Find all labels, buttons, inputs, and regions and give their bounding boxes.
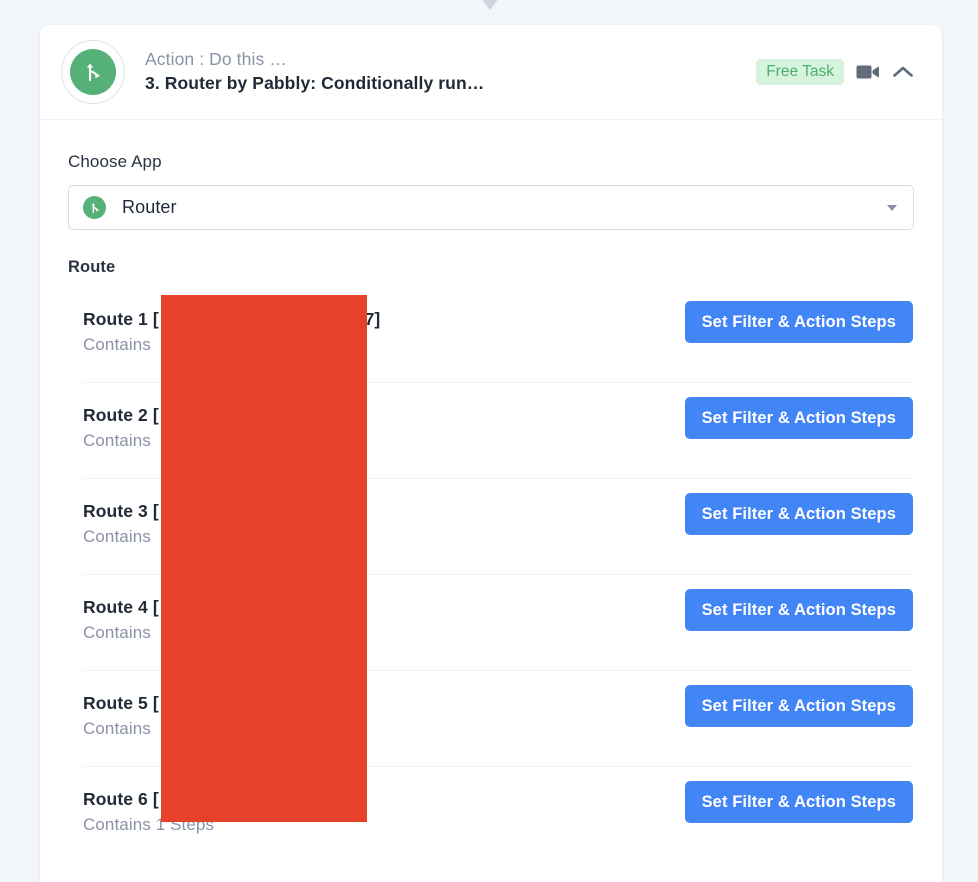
redaction-overlay (161, 295, 367, 822)
page-title: 3. Router by Pabbly: Conditionally run… (145, 73, 485, 93)
step-connector (0, 0, 978, 24)
set-filter-action-steps-button[interactable]: Set Filter & Action Steps (684, 781, 913, 823)
header-actions: Free Task (756, 58, 914, 86)
route-title-head: Route 1 [ (83, 309, 159, 329)
page-root: Action : Do this … 3. Router by Pabbly: … (0, 0, 978, 882)
set-filter-action-steps-button[interactable]: Set Filter & Action Steps (684, 589, 913, 631)
step-action-label: Action : Do this … (145, 49, 287, 70)
choose-app-value: Router (122, 197, 177, 217)
choose-app-label: Choose App (68, 152, 162, 171)
video-camera-icon[interactable] (856, 63, 880, 81)
route-action: Set Filter & Action Steps (684, 767, 914, 823)
down-arrow-icon (482, 0, 498, 10)
set-filter-action-steps-button[interactable]: Set Filter & Action Steps (684, 397, 913, 439)
route-action: Set Filter & Action Steps (684, 287, 914, 343)
chevron-up-icon[interactable] (892, 65, 914, 79)
router-fork-icon (70, 49, 116, 95)
route-action: Set Filter & Action Steps (684, 671, 914, 727)
card-header[interactable]: Action : Do this … 3. Router by Pabbly: … (40, 25, 942, 120)
route-section-title: Route (68, 258, 116, 276)
header-titles: Action : Do this … 3. Router by Pabbly: … (145, 48, 756, 96)
set-filter-action-steps-button[interactable]: Set Filter & Action Steps (684, 685, 913, 727)
route-action: Set Filter & Action Steps (684, 479, 914, 535)
status-badge: Free Task (756, 58, 844, 86)
avatar (61, 40, 125, 104)
route-action: Set Filter & Action Steps (684, 383, 914, 439)
choose-app-select[interactable]: Router (68, 185, 914, 230)
router-fork-icon-small (83, 196, 106, 219)
set-filter-action-steps-button[interactable]: Set Filter & Action Steps (684, 493, 913, 535)
route-action: Set Filter & Action Steps (684, 575, 914, 631)
caret-down-icon[interactable] (887, 204, 897, 211)
set-filter-action-steps-button[interactable]: Set Filter & Action Steps (684, 301, 913, 343)
